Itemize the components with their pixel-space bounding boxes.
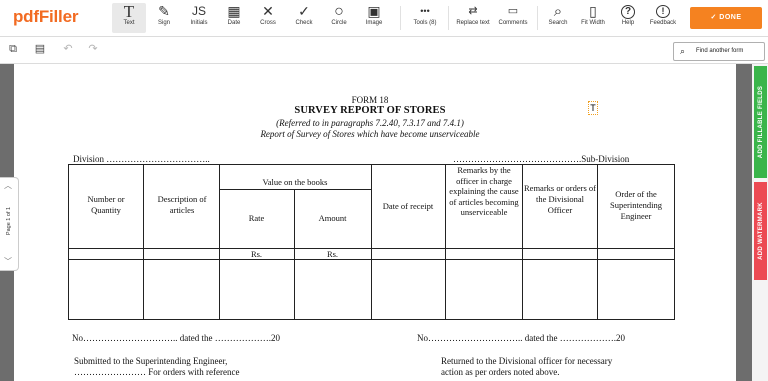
returned-line-1: Returned to the Divisional officer for n… [441, 356, 613, 366]
header-amount: Amount [318, 213, 347, 223]
header-rate: Rate [248, 213, 265, 223]
document-settings-icon[interactable]: ▤ [33, 42, 47, 56]
fit-width-icon: ▯ [589, 3, 597, 19]
header-date-of-receipt: Date of receipt [382, 201, 434, 211]
page-indicator: Page 1 of 1 [6, 206, 12, 236]
returned-line-2: action as per orders noted above. [441, 367, 560, 377]
form-number: FORM 18 [351, 95, 389, 105]
tools-menu-label: Tools (8) [413, 20, 437, 26]
text-field-marker[interactable]: T [588, 101, 598, 115]
done-label: DONE [719, 14, 742, 21]
initials-tool-label: Initials [190, 20, 208, 26]
calendar-icon: ▦ [227, 3, 241, 19]
find-another-form-label: Find another form [696, 48, 744, 54]
search-icon: ⌕ [680, 46, 686, 56]
header-number-quantity: Number or Quantity [87, 194, 125, 215]
circle-icon: ○ [334, 3, 344, 20]
header-remarks-officer: Remarks by the officer in charge explain… [449, 165, 519, 218]
help-button[interactable]: ? Help [615, 3, 641, 33]
initials-icon: JS [191, 4, 206, 18]
search-icon: ⌕ [553, 3, 563, 20]
redo-icon[interactable]: ↷ [86, 42, 100, 56]
replace-text-button[interactable]: ⇄ Replace text [453, 3, 493, 33]
help-label: Help [621, 20, 635, 26]
help-icon: ? [615, 3, 641, 20]
check-icon: ✓ [710, 14, 717, 21]
sign-tool-label: Sign [157, 20, 170, 26]
text-tool-label: Text [123, 20, 135, 26]
submitted-line-2: …………………… For orders with reference [74, 367, 240, 377]
text-icon: T [123, 2, 135, 21]
toolbar-divider [537, 6, 538, 30]
division-field[interactable]: Division …………………………….. [73, 154, 210, 164]
comments-button[interactable]: ▭ Comments [495, 3, 531, 33]
comment-icon: ▭ [507, 5, 519, 17]
date-tool-button[interactable]: ▦ Date [220, 3, 248, 33]
help-glyph: ? [621, 5, 635, 19]
fit-width-label: Fit Width [581, 20, 605, 26]
more-icon: ••• [420, 6, 430, 16]
add-fillable-fields-label: ADD FILLABLE FIELDS [757, 85, 764, 159]
pages-icon[interactable]: ⧉ [6, 42, 20, 56]
date-tool-label: Date [227, 20, 241, 26]
feedback-button[interactable]: ! Feedback [645, 3, 681, 33]
circle-tool-label: Circle [331, 20, 347, 26]
image-tool-button[interactable]: ▣ Image [359, 3, 389, 33]
pdffiller-logo[interactable]: pdfFiller [13, 7, 78, 27]
add-watermark-tab[interactable]: ADD WATERMARK [754, 182, 767, 280]
signature-icon: ✎ [158, 3, 170, 19]
cross-icon: ✕ [262, 3, 274, 19]
form-subtitle: Report of Survey of Stores which have be… [260, 129, 480, 139]
done-button[interactable]: ✓ DONE [690, 7, 762, 29]
comments-label: Comments [498, 20, 528, 26]
rate-currency: Rs. [250, 249, 263, 259]
header-value-on-books: Value on the books [262, 177, 328, 187]
text-tool-button[interactable]: T Text [112, 3, 146, 33]
toolbar-divider [448, 6, 449, 30]
check-icon: ✓ [298, 3, 310, 19]
circle-tool-button[interactable]: ○ Circle [324, 3, 354, 33]
undo-icon[interactable]: ↶ [61, 42, 75, 56]
header-description: Description of articles [157, 194, 207, 215]
find-another-form-button[interactable]: ⌕ Find another form [673, 42, 765, 61]
replace-text-icon: ⇄ [468, 5, 478, 17]
page-navigator: ︿ Page 1 of 1 ﹀ [0, 177, 19, 271]
form-reference: (Referred to in paragraphs 7.2.40, 7.3.1… [276, 118, 464, 128]
feedback-glyph: ! [656, 5, 670, 18]
sign-tool-button[interactable]: ✎ Sign [150, 3, 178, 33]
form-title: SURVEY REPORT OF STORES [294, 105, 446, 116]
header-order-engineer: Order of the Superintending Engineer [610, 189, 662, 221]
toolbar-divider [400, 6, 401, 30]
chevron-down-icon[interactable]: ﹀ [4, 256, 12, 267]
check-tool-label: Check [295, 20, 313, 26]
feedback-icon: ! [645, 3, 681, 20]
tools-menu-button[interactable]: ••• Tools (8) [407, 3, 443, 33]
search-label: Search [548, 20, 568, 26]
chevron-up-icon[interactable]: ︿ [4, 180, 12, 191]
check-tool-button[interactable]: ✓ Check [289, 3, 319, 33]
add-fillable-fields-tab[interactable]: ADD FILLABLE FIELDS [754, 66, 767, 178]
secondary-toolbar: ⧉ ▤ ↶ ↷ [0, 37, 768, 64]
sub-division-field[interactable]: …………………………………….Sub-Division [453, 154, 629, 164]
add-watermark-label: ADD WATERMARK [757, 202, 764, 260]
replace-text-label: Replace text [456, 20, 490, 26]
top-toolbar: pdfFiller T Text ✎ Sign JS Initials ▦ Da… [0, 0, 768, 37]
cross-tool-button[interactable]: ✕ Cross [253, 3, 283, 33]
submitted-line-1: Submitted to the Superintending Engineer… [74, 356, 228, 366]
amount-currency: Rs. [326, 249, 339, 259]
reference-number-left[interactable]: No………………………….. dated the ……………….20 [72, 333, 280, 343]
image-tool-label: Image [365, 20, 383, 26]
header-remarks-divisional: Remarks or orders of the Divisional Offi… [524, 183, 596, 215]
fit-width-button[interactable]: ▯ Fit Width [577, 3, 609, 33]
reference-number-right[interactable]: No………………………….. dated the ……………….20 [417, 333, 625, 343]
initials-tool-button[interactable]: JS Initials [183, 3, 215, 33]
cross-tool-label: Cross [260, 20, 276, 26]
image-icon: ▣ [367, 3, 381, 19]
search-button[interactable]: ⌕ Search [544, 3, 572, 33]
feedback-label: Feedback [649, 20, 677, 26]
